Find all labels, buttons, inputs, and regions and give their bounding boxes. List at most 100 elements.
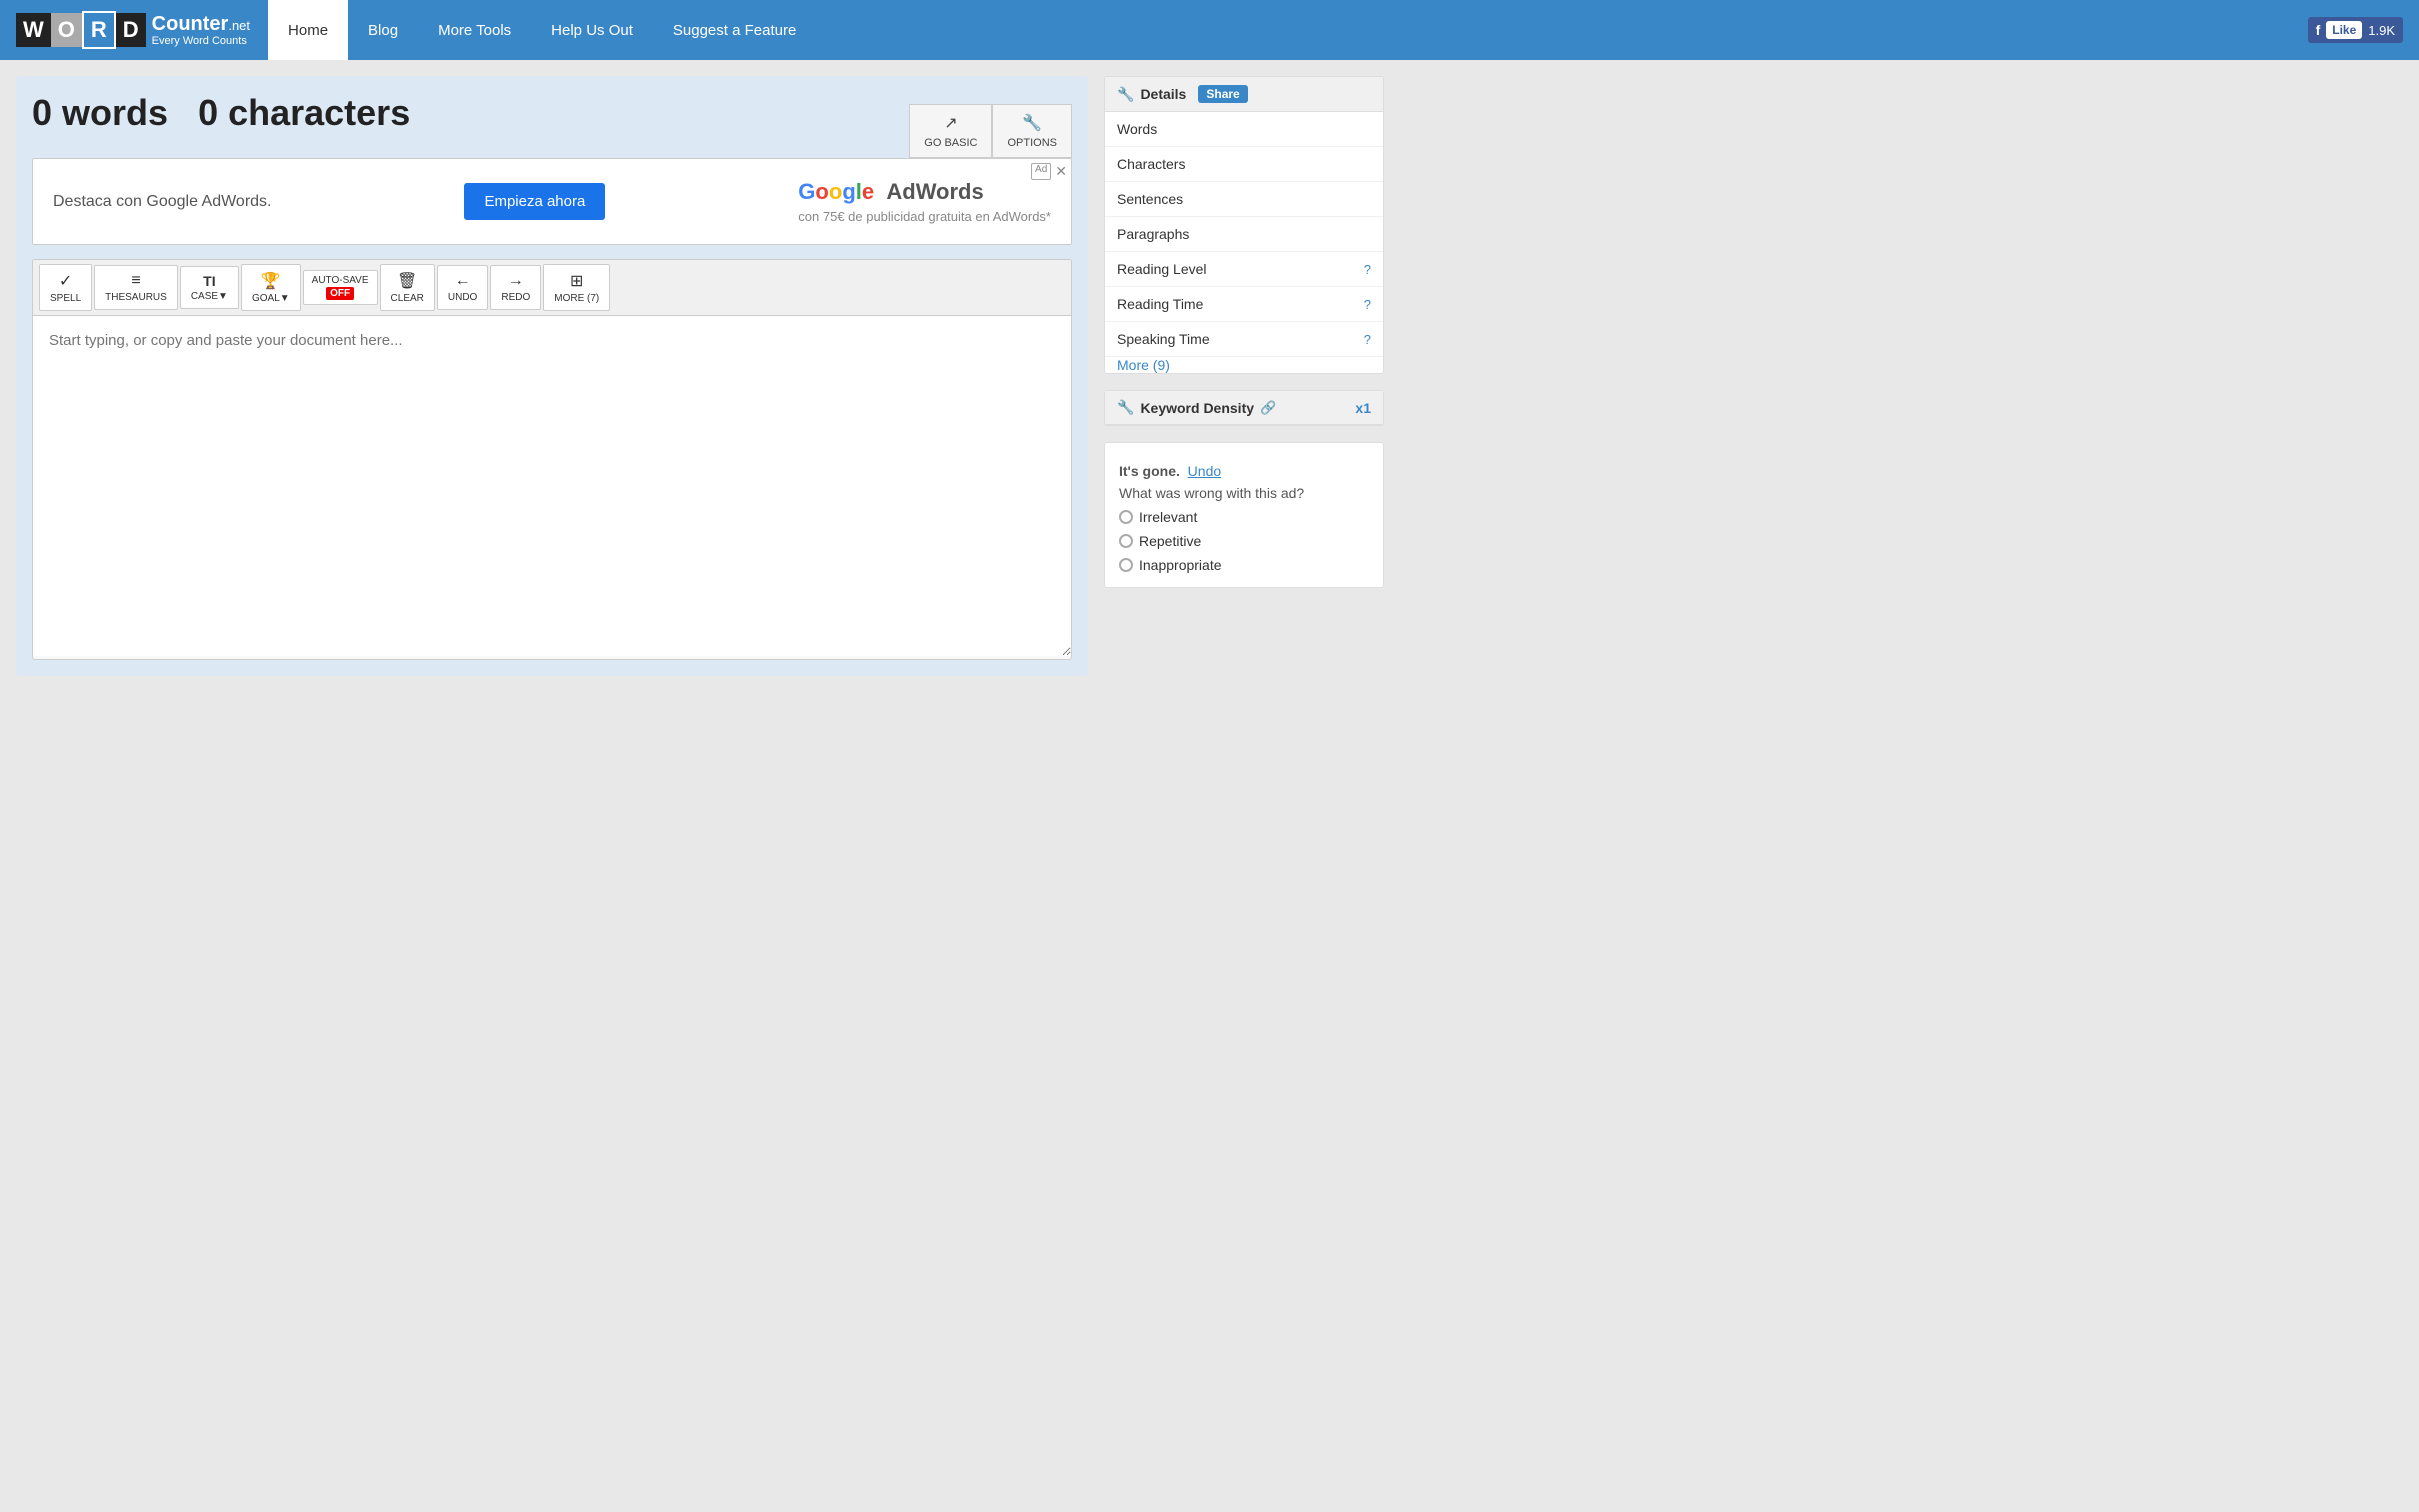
keyword-wrench-icon: 🔧	[1117, 399, 1134, 416]
keyword-label: Keyword Density	[1140, 400, 1254, 416]
ad-subtext: con 75€ de publicidad gratuita en AdWord…	[798, 209, 1051, 224]
nav-more-tools[interactable]: More Tools	[418, 0, 531, 60]
go-basic-button[interactable]: ↗ GO BASIC	[909, 104, 992, 158]
logo-r: R	[82, 11, 116, 49]
site-header: W O R D Counter.net Every Word Counts Ho…	[0, 0, 2419, 60]
details-label: Details	[1140, 86, 1186, 102]
options-button[interactable]: 🔧 OPTIONS	[992, 104, 1072, 158]
facebook-icon: f	[2316, 22, 2321, 38]
ad-google-brand: Google AdWords	[798, 179, 1051, 205]
ad-text-area: Destaca con Google AdWords.	[53, 193, 272, 211]
word-count: 0 words	[32, 92, 168, 133]
thesaurus-icon: ≡	[131, 272, 140, 290]
clear-label: CLEAR	[391, 293, 424, 304]
main-layout: 0 words 0 characters ↗ GO BASIC 🔧 OPTION…	[0, 60, 1400, 692]
thesaurus-label: THESAURUS	[105, 292, 167, 303]
logo-d: D	[116, 13, 146, 47]
more-tools-button[interactable]: ⊞ MORE (7)	[543, 264, 610, 311]
ad-cta-button[interactable]: Empieza ahora	[464, 183, 605, 220]
keyword-section: 🔧 Keyword Density 🔗 x1	[1104, 390, 1384, 426]
logo-text: Counter.net Every Word Counts	[152, 13, 250, 47]
facebook-like[interactable]: f Like 1.9K	[2308, 17, 2403, 43]
spell-check-button[interactable]: ✓ SPELL	[39, 264, 92, 311]
sidebar-item-sentences[interactable]: Sentences	[1105, 182, 1383, 217]
thesaurus-button[interactable]: ≡ THESAURUS	[94, 265, 178, 310]
goal-label: GOAL▼	[252, 293, 290, 304]
reading-time-label: Reading Time	[1117, 296, 1203, 312]
keyword-x1[interactable]: x1	[1355, 400, 1371, 416]
ad-gone-text: It's gone. Undo	[1119, 463, 1369, 479]
more-link[interactable]: More (9)	[1105, 348, 1182, 382]
advertisement: Ad ✕ Destaca con Google AdWords. Empieza…	[32, 158, 1072, 245]
spell-label: SPELL	[50, 293, 81, 304]
speaking-time-help-icon[interactable]: ?	[1364, 332, 1371, 347]
sentences-label: Sentences	[1117, 191, 1183, 207]
details-header: 🔧 Details Share	[1105, 77, 1383, 112]
radio-circle-irrelevant	[1119, 510, 1133, 524]
logo-o: O	[51, 13, 82, 47]
nav-blog[interactable]: Blog	[348, 0, 418, 60]
sidebar-item-characters[interactable]: Characters	[1105, 147, 1383, 182]
like-count: 1.9K	[2368, 23, 2395, 38]
autosave-off-badge: OFF	[326, 287, 354, 300]
editor-container: ✓ SPELL ≡ THESAURUS TI CASE▼ 🏆 GOAL▼ AUT…	[32, 259, 1072, 660]
sidebar: 🔧 Details Share Words Characters Sentenc…	[1104, 76, 1384, 588]
reading-level-label: Reading Level	[1117, 261, 1207, 277]
nav-help[interactable]: Help Us Out	[531, 0, 653, 60]
reading-time-help-icon[interactable]: ?	[1364, 297, 1371, 312]
redo-label: REDO	[501, 292, 530, 303]
undo-label: UNDO	[448, 292, 477, 303]
irrelevant-label: Irrelevant	[1139, 509, 1197, 525]
goal-button[interactable]: 🏆 GOAL▼	[241, 264, 301, 311]
undo-link[interactable]: Undo	[1188, 463, 1221, 479]
stats-row: 0 words 0 characters ↗ GO BASIC 🔧 OPTION…	[32, 92, 1072, 158]
goal-icon: 🏆	[261, 271, 281, 291]
characters-label: Characters	[1117, 156, 1185, 172]
speaking-time-label: Speaking Time	[1117, 331, 1210, 347]
autosave-button[interactable]: AUTO-SAVE OFF	[303, 270, 378, 305]
sidebar-item-reading-time[interactable]: Reading Time ?	[1105, 287, 1383, 322]
share-button[interactable]: Share	[1198, 85, 1247, 103]
undo-button[interactable]: ← UNDO	[437, 265, 488, 310]
wrench-icon: 🔧	[1117, 86, 1134, 103]
repetitive-label: Repetitive	[1139, 533, 1201, 549]
more-label: MORE (7)	[554, 293, 599, 304]
logo-tagline: Every Word Counts	[152, 35, 250, 47]
case-button[interactable]: TI CASE▼	[180, 266, 239, 309]
logo[interactable]: W O R D Counter.net Every Word Counts	[16, 11, 250, 49]
content-area: 0 words 0 characters ↗ GO BASIC 🔧 OPTION…	[16, 76, 1088, 676]
logo-w: W	[16, 13, 51, 47]
radio-circle-repetitive	[1119, 534, 1133, 548]
sidebar-item-paragraphs[interactable]: Paragraphs	[1105, 217, 1383, 252]
inappropriate-label: Inappropriate	[1139, 557, 1222, 573]
more-icon: ⊞	[570, 271, 583, 291]
words-label: Words	[1117, 121, 1157, 137]
keyword-header: 🔧 Keyword Density 🔗 x1	[1105, 391, 1383, 425]
main-nav: Home Blog More Tools Help Us Out Suggest…	[268, 0, 816, 60]
ad-close-icon[interactable]: ✕	[1055, 163, 1067, 180]
sidebar-item-words[interactable]: Words	[1105, 112, 1383, 147]
redo-button[interactable]: → REDO	[490, 265, 541, 310]
nav-home[interactable]: Home	[268, 0, 348, 60]
top-buttons: ↗ GO BASIC 🔧 OPTIONS	[909, 104, 1072, 158]
ad-question: What was wrong with this ad?	[1119, 485, 1369, 501]
ad-controls: Ad ✕	[1031, 163, 1067, 180]
nav-suggest[interactable]: Suggest a Feature	[653, 0, 816, 60]
text-editor[interactable]	[33, 316, 1071, 656]
ad-badge: Ad	[1031, 163, 1051, 180]
keyword-link-icon: 🔗	[1260, 400, 1276, 416]
spell-icon: ✓	[59, 271, 72, 291]
radio-repetitive[interactable]: Repetitive	[1119, 533, 1369, 549]
clear-button[interactable]: 🗑 CLEAR	[380, 264, 435, 311]
external-link-icon: ↗	[944, 113, 957, 133]
like-button[interactable]: Like	[2326, 21, 2362, 39]
wrench-icon: 🔧	[1022, 113, 1042, 133]
case-icon: TI	[203, 273, 215, 289]
radio-irrelevant[interactable]: Irrelevant	[1119, 509, 1369, 525]
radio-inappropriate[interactable]: Inappropriate	[1119, 557, 1369, 573]
undo-icon: ←	[455, 272, 471, 290]
case-label: CASE▼	[191, 291, 228, 302]
redo-icon: →	[508, 272, 524, 290]
sidebar-item-reading-level[interactable]: Reading Level ?	[1105, 252, 1383, 287]
reading-level-help-icon[interactable]: ?	[1364, 262, 1371, 277]
